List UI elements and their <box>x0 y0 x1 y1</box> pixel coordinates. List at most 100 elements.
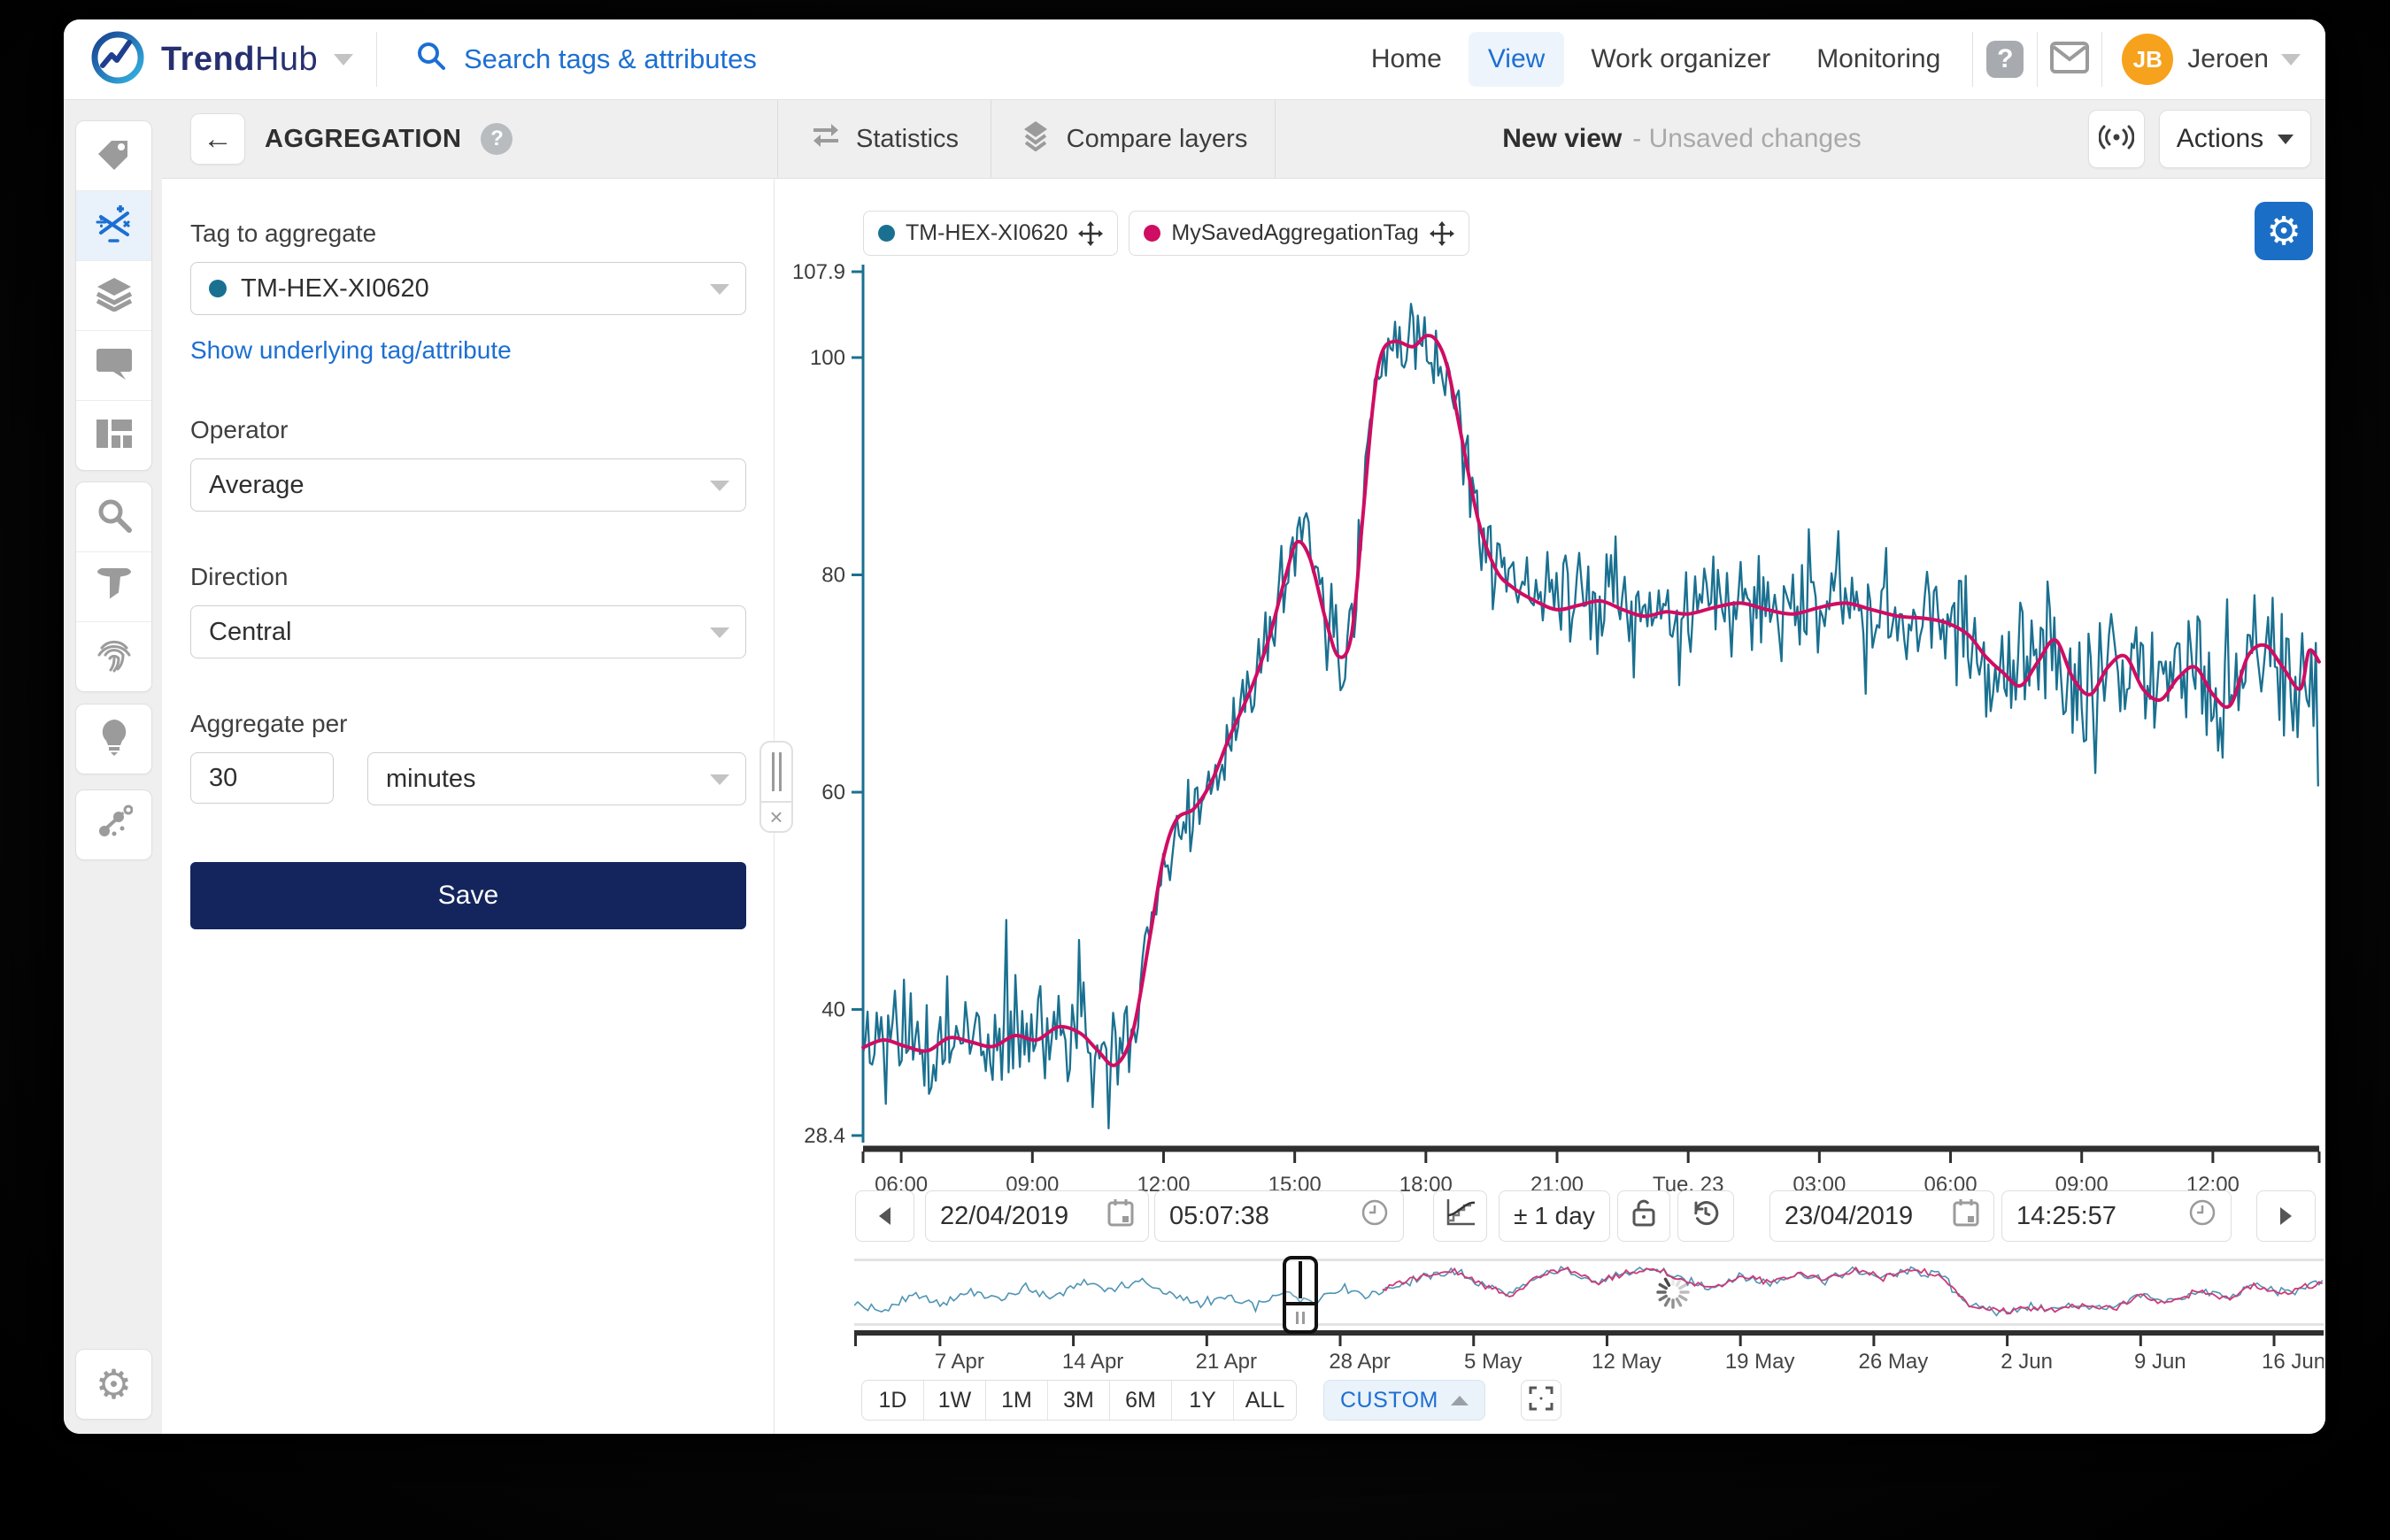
start-date-field[interactable]: 22/04/2019 <box>925 1190 1149 1242</box>
time-range-button[interactable]: ± 1 day <box>1499 1190 1610 1242</box>
lock-timespan-button[interactable] <box>1617 1190 1670 1242</box>
aggregation-panel: Tag to aggregate TM-HEX-XI0620 Show unde… <box>162 179 775 1434</box>
end-date-field[interactable]: 23/04/2019 <box>1769 1190 1994 1242</box>
context-brush-handle[interactable] <box>1283 1256 1318 1334</box>
svg-text:12 May: 12 May <box>1592 1350 1661 1374</box>
sidebar-item-aggregation[interactable] <box>76 191 151 261</box>
search-placeholder: Search tags & attributes <box>464 43 757 75</box>
avatar[interactable]: JB <box>2122 34 2173 85</box>
sidebar-item-search[interactable] <box>76 482 151 552</box>
lightbulb-icon <box>98 719 130 760</box>
fullscreen-button[interactable] <box>1521 1380 1561 1421</box>
tab-compare-layers[interactable]: Compare layers <box>991 100 1275 178</box>
nav-link-monitoring[interactable]: Monitoring <box>1797 32 1960 87</box>
end-date-value: 23/04/2019 <box>1785 1202 1913 1231</box>
splitter-handle[interactable]: × <box>759 741 793 833</box>
svg-text:107.9: 107.9 <box>792 260 845 284</box>
aggregate-unit-select[interactable]: minutes <box>367 752 746 805</box>
dashboard-layout-icon <box>96 418 133 454</box>
calendar-icon <box>1107 1198 1134 1234</box>
statistics-icon <box>810 122 842 156</box>
nav-link-home[interactable]: Home <box>1352 32 1461 87</box>
main-trend-chart[interactable]: 28.4406080100107.906:0009:0012:0015:0018… <box>781 225 2325 1198</box>
zoom-1w-button[interactable]: 1W <box>924 1381 986 1420</box>
navbar-divider <box>2101 32 2102 87</box>
svg-text:21 Apr: 21 Apr <box>1196 1350 1257 1374</box>
operator-select[interactable]: Average <box>190 458 746 512</box>
caret-up-icon <box>1451 1396 1469 1405</box>
layers-icon <box>96 276 133 316</box>
move-icon <box>1078 221 1103 246</box>
nav-link-work-organizer[interactable]: Work organizer <box>1571 32 1790 87</box>
svg-text:80: 80 <box>821 564 845 588</box>
loading-spinner-icon <box>1655 1274 1691 1314</box>
start-time-value: 05:07:38 <box>1169 1202 1269 1231</box>
aggregate-value-input[interactable]: 30 <box>190 752 334 804</box>
svg-text:2 Jun: 2 Jun <box>2001 1350 2053 1374</box>
sidebar-item-filter[interactable] <box>76 552 151 622</box>
legend-chip[interactable]: TM-HEX-XI0620 <box>863 211 1118 256</box>
brand[interactable]: TrendHub <box>64 30 376 89</box>
chart-settings-button[interactable]: ⚙ <box>2255 202 2313 260</box>
aggregation-help-icon[interactable]: ? <box>481 123 513 155</box>
svg-text:19 May: 19 May <box>1725 1350 1795 1374</box>
help-button[interactable]: ? <box>1973 19 2037 99</box>
sidebar-item-tags[interactable] <box>76 121 151 191</box>
sidebar-item-context-items[interactable] <box>76 790 151 859</box>
svg-text:100: 100 <box>810 346 845 370</box>
show-underlying-tag-link[interactable]: Show underlying tag/attribute <box>190 336 746 365</box>
zoom-3m-button[interactable]: 3M <box>1048 1381 1110 1420</box>
left-icon-sidebar: ⚙ <box>64 99 162 1434</box>
sidebar-item-layers[interactable] <box>76 261 151 331</box>
nav-links: Home View Work organizer Monitoring <box>1352 32 1960 87</box>
messages-button[interactable] <box>2038 19 2101 99</box>
previous-period-button[interactable] <box>855 1190 914 1242</box>
sidebar-item-suggestions[interactable] <box>76 705 151 774</box>
next-period-button[interactable] <box>2256 1190 2316 1242</box>
legend-chip[interactable]: MySavedAggregationTag <box>1129 211 1469 256</box>
sidebar-item-comments[interactable] <box>76 331 151 401</box>
context-chart[interactable]: 7 Apr14 Apr21 Apr28 Apr5 May12 May19 May… <box>854 1259 2324 1374</box>
nav-link-view[interactable]: View <box>1469 32 1564 87</box>
actions-label: Actions <box>2177 124 2263 154</box>
sidebar-item-fingerprint[interactable] <box>76 622 151 691</box>
direction-select[interactable]: Central <box>190 605 746 658</box>
tab-statistics[interactable]: Statistics <box>778 100 991 178</box>
sidebar-item-dashboard[interactable] <box>76 401 151 470</box>
live-broadcast-button[interactable] <box>2088 110 2145 168</box>
interpolation-type-button[interactable] <box>1433 1190 1487 1242</box>
zoom-1m-button[interactable]: 1M <box>986 1381 1048 1420</box>
tag-to-aggregate-select[interactable]: TM-HEX-XI0620 <box>190 262 746 315</box>
brand-caret-icon[interactable] <box>334 54 353 65</box>
clock-icon <box>2188 1198 2217 1234</box>
top-navbar: TrendHub Search tags & attributes Home V… <box>64 19 2325 99</box>
actions-button[interactable]: Actions <box>2159 110 2311 168</box>
zoom-all-button[interactable]: ALL <box>1234 1381 1296 1420</box>
history-icon <box>1691 1197 1721 1235</box>
end-time-field[interactable]: 14:25:57 <box>2001 1190 2232 1242</box>
expand-icon <box>1528 1385 1554 1416</box>
zoom-1y-button[interactable]: 1Y <box>1172 1381 1234 1420</box>
save-button[interactable]: Save <box>190 862 746 929</box>
back-button[interactable]: ← <box>190 113 245 165</box>
aggregate-per-label: Aggregate per <box>190 710 746 738</box>
view-title: New view - Unsaved changes <box>1276 124 2088 154</box>
history-button[interactable] <box>1677 1190 1734 1242</box>
zoom-6m-button[interactable]: 6M <box>1110 1381 1172 1420</box>
chart-area: TM-HEX-XI0620MySavedAggregationTag ⚙ 28.… <box>775 179 2325 1434</box>
brush-grip-icon[interactable] <box>1283 1302 1318 1334</box>
start-time-field[interactable]: 05:07:38 <box>1154 1190 1404 1242</box>
time-navigation-bar: 22/04/2019 05:07:38 ± 1 day <box>775 1190 2325 1242</box>
aggregation-icon <box>96 205 133 247</box>
zoom-1d-button[interactable]: 1D <box>862 1381 924 1420</box>
search-bar[interactable]: Search tags & attributes <box>377 39 1352 80</box>
sidebar-item-settings[interactable]: ⚙ <box>76 1350 151 1419</box>
svg-text:60: 60 <box>821 781 845 805</box>
drag-handle-icon[interactable] <box>761 743 791 801</box>
chevron-down-icon <box>710 774 729 785</box>
lock-open-icon <box>1631 1197 1656 1235</box>
user-menu-caret-icon[interactable] <box>2281 54 2301 65</box>
svg-text:7 Apr: 7 Apr <box>935 1350 984 1374</box>
zoom-custom-button[interactable]: CUSTOM <box>1323 1380 1485 1421</box>
collapse-panel-button[interactable]: × <box>761 801 791 831</box>
